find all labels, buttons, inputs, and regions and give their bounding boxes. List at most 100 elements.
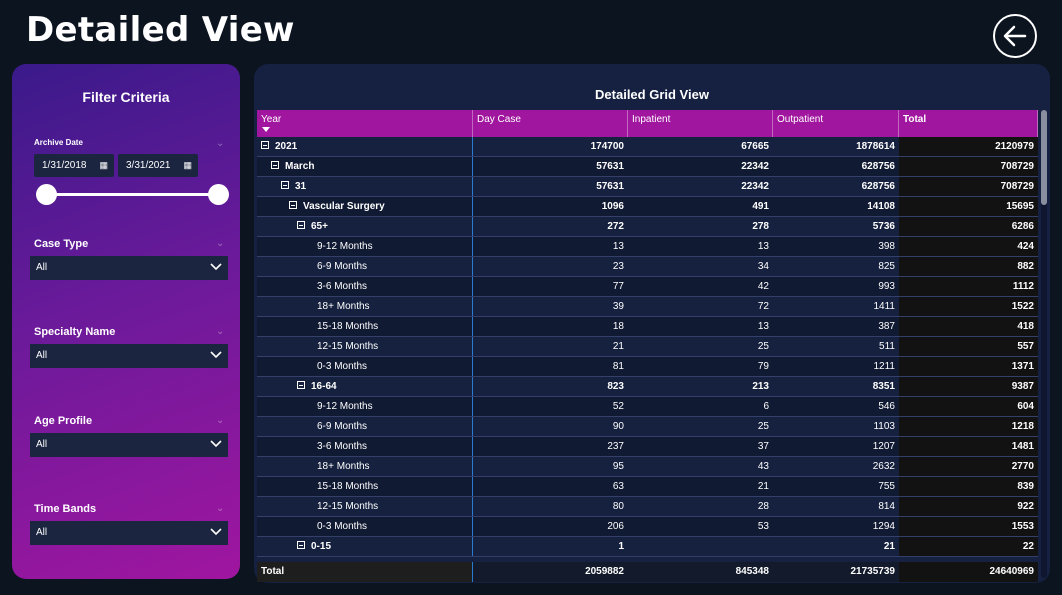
inpatient-cell: 72 (757, 301, 769, 312)
day-case-cell: 23 (612, 261, 624, 272)
inpatient-cell: 21 (757, 481, 769, 492)
chevron-down-icon[interactable]: ⌄ (216, 238, 226, 249)
collapse-icon[interactable] (297, 381, 305, 389)
day-case-cell: 81 (612, 361, 624, 372)
inpatient-cell: 13 (757, 321, 769, 332)
table-row: 2021 174700 67665 1878614 2120979 (257, 137, 1038, 157)
table-row: 12-15 Months 21 25 511 557 (257, 337, 1038, 357)
total-day-case: 2059882 (585, 566, 624, 577)
start-date-input[interactable]: 1/31/2018 ▦ (34, 154, 114, 177)
row-label: 2021 (275, 141, 298, 152)
archive-date-label: Archive Date (34, 138, 83, 147)
table-row: 0-15 1 21 22 (257, 537, 1038, 557)
total-cell: 708729 (899, 177, 1038, 196)
row-label-cell: March (257, 157, 473, 176)
inpatient-cell: 25 (757, 341, 769, 352)
row-label: Vascular Surgery (303, 201, 385, 212)
table-row: 6-9 Months 90 25 1103 1218 (257, 417, 1038, 437)
sort-descending-icon[interactable] (262, 127, 270, 132)
age-profile-dropdown[interactable]: All (30, 433, 228, 457)
outpatient-cell: 1103 (873, 421, 895, 432)
total-cell: 22 (899, 537, 1038, 556)
collapse-icon[interactable] (281, 181, 289, 189)
day-case-cell: 174700 (590, 141, 624, 152)
inpatient-cell: 278 (752, 221, 769, 232)
date-range-slider-track[interactable] (46, 193, 218, 196)
collapse-icon[interactable] (271, 161, 279, 169)
row-label-cell: 0-3 Months (257, 517, 473, 536)
total-cell: 1553 (899, 517, 1038, 536)
collapse-icon[interactable] (289, 201, 297, 209)
total-cell: 9387 (899, 377, 1038, 396)
row-label: 12-15 Months (317, 501, 379, 512)
outpatient-cell: 814 (878, 501, 895, 512)
calendar-icon[interactable]: ▦ (183, 154, 192, 177)
date-range-end-handle[interactable] (208, 184, 229, 205)
back-button[interactable] (993, 14, 1037, 58)
case-type-dropdown[interactable]: All (30, 256, 228, 280)
collapse-icon[interactable] (297, 541, 305, 549)
case-type-value: All (36, 262, 48, 273)
chevron-down-icon[interactable]: ⌄ (216, 326, 226, 337)
day-case-cell: 1096 (601, 201, 624, 212)
inpatient-cell: 53 (757, 521, 769, 532)
date-range-start-handle[interactable] (36, 184, 57, 205)
total-cell: 15695 (899, 197, 1038, 216)
table-row: 9-12 Months 52 6 546 604 (257, 397, 1038, 417)
grid-scrollbar[interactable] (1041, 110, 1047, 578)
day-case-cell: 57631 (596, 161, 624, 172)
row-label-cell: 9-12 Months (257, 237, 473, 256)
outpatient-cell: 755 (878, 481, 895, 492)
grid-title: Detailed Grid View (595, 87, 709, 102)
chevron-down-icon[interactable]: ⌄ (216, 138, 226, 149)
collapse-icon[interactable] (261, 141, 269, 149)
grid-scrollbar-thumb[interactable] (1041, 110, 1047, 205)
chevron-down-icon[interactable]: ⌄ (216, 415, 226, 426)
row-label: 0-3 Months (317, 521, 368, 532)
filter-panel-title: Filter Criteria (82, 89, 170, 105)
inpatient-cell: 34 (757, 261, 769, 272)
table-row: 18+ Months 95 43 2632 2770 (257, 457, 1038, 477)
total-cell: 2770 (899, 457, 1038, 476)
age-profile-label: Age Profile (34, 415, 93, 427)
calendar-icon[interactable]: ▦ (99, 154, 108, 177)
total-cell: 1522 (899, 297, 1038, 316)
table-row: 18+ Months 39 72 1411 1522 (257, 297, 1038, 317)
row-label: March (285, 161, 315, 172)
chevron-down-icon[interactable]: ⌄ (216, 503, 226, 514)
total-cell: 418 (899, 317, 1038, 336)
column-header-total[interactable]: Total (899, 110, 1038, 137)
row-label-cell: 65+ (257, 217, 473, 236)
end-date-input[interactable]: 3/31/2021 ▦ (118, 154, 198, 177)
total-cell: 708729 (899, 157, 1038, 176)
outpatient-cell: 993 (878, 281, 895, 292)
column-header-year[interactable]: Year (257, 110, 473, 137)
total-total: 24640969 (899, 562, 1038, 582)
grid-header: Year Day Case Inpatient Outpatient Total (257, 110, 1038, 137)
row-label: 6-9 Months (317, 261, 368, 272)
chevron-down-icon (210, 351, 222, 359)
row-label-cell: 0-3 Months (257, 357, 473, 376)
time-bands-dropdown[interactable]: All (30, 521, 228, 545)
total-cell: 2120979 (899, 137, 1038, 156)
specialty-name-dropdown[interactable]: All (30, 344, 228, 368)
row-label: 15-18 Months (317, 481, 379, 492)
total-cell: 839 (899, 477, 1038, 496)
outpatient-cell: 1211 (873, 361, 895, 372)
inpatient-cell: 13 (757, 241, 769, 252)
column-header-inpatient[interactable]: Inpatient (628, 110, 773, 137)
outpatient-cell: 8351 (872, 381, 895, 392)
column-header-day-case[interactable]: Day Case (473, 110, 628, 137)
table-row: 65+ 272 278 5736 6286 (257, 217, 1038, 237)
time-bands-value: All (36, 527, 48, 538)
table-row: 9-12 Months 13 13 398 424 (257, 237, 1038, 257)
row-label: 9-12 Months (317, 241, 373, 252)
row-label-cell: 31 (257, 177, 473, 196)
collapse-icon[interactable] (297, 221, 305, 229)
inpatient-cell: 79 (757, 361, 769, 372)
outpatient-cell: 398 (878, 241, 895, 252)
row-label-cell: Vascular Surgery (257, 197, 473, 216)
outpatient-cell: 5736 (872, 221, 895, 232)
column-header-outpatient[interactable]: Outpatient (773, 110, 899, 137)
day-case-cell: 39 (612, 301, 624, 312)
